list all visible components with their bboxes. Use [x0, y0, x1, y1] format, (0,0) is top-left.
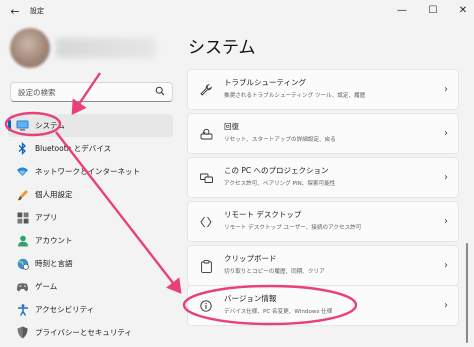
monitor-icon — [16, 119, 29, 132]
sidebar-item-label: 個人用設定 — [35, 190, 73, 199]
search-input[interactable]: 設定の検索 — [10, 82, 173, 102]
account-icon — [16, 234, 29, 247]
wifi-icon — [16, 165, 29, 178]
card-title: この PC へのプロジェクション — [224, 166, 329, 175]
sidebar-item-network[interactable]: ネットワークとインターネット — [8, 160, 173, 183]
card-remote-desktop[interactable]: リモート デスクトップ リモート デスクトップ ユーザー、接続のアクセス許可 › — [187, 201, 459, 242]
chevron-right-icon: › — [444, 216, 448, 227]
sidebar-item-label: アカウント — [35, 236, 73, 245]
brush-icon — [16, 188, 29, 201]
sidebar-item-time-language[interactable]: 時刻と言語 — [8, 252, 173, 275]
globe-clock-icon — [16, 257, 29, 270]
card-subtitle: アクセス許可、ペアリング PIN、探索可能性 — [224, 181, 336, 187]
card-subtitle: リモート デスクトップ ユーザー、接続のアクセス許可 — [224, 225, 362, 231]
chevron-right-icon: › — [444, 172, 448, 183]
projection-icon — [199, 171, 213, 185]
back-arrow-icon[interactable]: ← — [8, 5, 22, 19]
maximize-button[interactable]: ☐ — [420, 2, 446, 20]
sidebar-item-label: Bluetooth とデバイス — [35, 144, 112, 153]
minimize-button[interactable]: — — [389, 2, 415, 20]
sidebar-item-privacy-security[interactable]: プライバシーとセキュリティ — [8, 321, 173, 344]
sidebar-item-bluetooth[interactable]: Bluetooth とデバイス — [8, 137, 173, 160]
user-profile[interactable] — [8, 26, 158, 70]
card-title: リモート デスクトップ — [224, 210, 302, 219]
card-subtitle: リセット、スタートアップの詳細設定、戻る — [224, 137, 336, 143]
sidebar-item-accessibility[interactable]: アクセシビリティ — [8, 298, 173, 321]
bluetooth-icon — [16, 142, 29, 155]
sidebar-item-personalization[interactable]: 個人用設定 — [8, 183, 173, 206]
sidebar-item-label: ネットワークとインターネット — [35, 167, 140, 176]
remote-desktop-icon — [199, 215, 213, 229]
search-icon[interactable] — [154, 86, 166, 98]
card-troubleshoot[interactable]: トラブルシューティング 推奨されるトラブルシューティング ツール、設定、履歴 › — [187, 69, 459, 110]
sidebar-item-label: プライバシーとセキュリティ — [35, 328, 132, 337]
search-placeholder: 設定の検索 — [18, 88, 56, 97]
card-title: トラブルシューティング — [224, 78, 307, 87]
card-subtitle: 推奨されるトラブルシューティング ツール、設定、履歴 — [224, 93, 366, 99]
sidebar-item-accounts[interactable]: アカウント — [8, 229, 173, 252]
scrollbar-thumb[interactable] — [466, 243, 468, 343]
chevron-right-icon: › — [444, 300, 448, 311]
chevron-right-icon: › — [444, 260, 448, 271]
card-clipboard[interactable]: クリップボード 切り取りとコピーの履歴、同期、クリア › — [187, 245, 459, 286]
recovery-icon — [199, 127, 213, 141]
profile-name-blurred — [56, 38, 156, 58]
shield-icon — [16, 326, 29, 339]
sidebar-item-apps[interactable]: アプリ — [8, 206, 173, 229]
apps-icon — [16, 211, 29, 224]
sidebar-item-system[interactable]: システム — [8, 114, 173, 137]
avatar — [10, 28, 50, 68]
card-title: クリップボード — [224, 254, 277, 263]
wrench-icon — [199, 83, 213, 97]
card-subtitle: デバイス仕様、PC 名変更、Windows 仕様 — [224, 309, 333, 315]
card-projection[interactable]: この PC へのプロジェクション アクセス許可、ペアリング PIN、探索可能性 … — [187, 157, 459, 198]
page-title: システム — [188, 38, 256, 58]
sidebar-item-label: 時刻と言語 — [35, 259, 73, 268]
sidebar-item-label: ゲーム — [35, 282, 58, 291]
card-subtitle: 切り取りとコピーの履歴、同期、クリア — [224, 269, 325, 275]
info-icon — [199, 299, 213, 313]
selection-indicator — [8, 120, 11, 131]
clipboard-icon — [199, 259, 213, 273]
close-button[interactable]: ✕ — [450, 2, 474, 20]
gamepad-icon — [16, 280, 29, 293]
sidebar-item-label: アプリ — [35, 213, 58, 222]
title-bar: ← 設定 — ☐ ✕ — [0, 0, 474, 24]
chevron-right-icon: › — [444, 128, 448, 139]
sidebar-item-label: アクセシビリティ — [35, 305, 95, 314]
app-title: 設定 — [30, 7, 44, 15]
card-title: バージョン情報 — [224, 294, 277, 303]
accessibility-icon — [16, 303, 29, 316]
card-recovery[interactable]: 回復 リセット、スタートアップの詳細設定、戻る › — [187, 113, 459, 154]
card-title: 回復 — [224, 122, 239, 131]
sidebar-item-label: システム — [35, 121, 65, 130]
sidebar-item-gaming[interactable]: ゲーム — [8, 275, 173, 298]
card-about[interactable]: バージョン情報 デバイス仕様、PC 名変更、Windows 仕様 › — [187, 285, 459, 326]
chevron-right-icon: › — [444, 84, 448, 95]
